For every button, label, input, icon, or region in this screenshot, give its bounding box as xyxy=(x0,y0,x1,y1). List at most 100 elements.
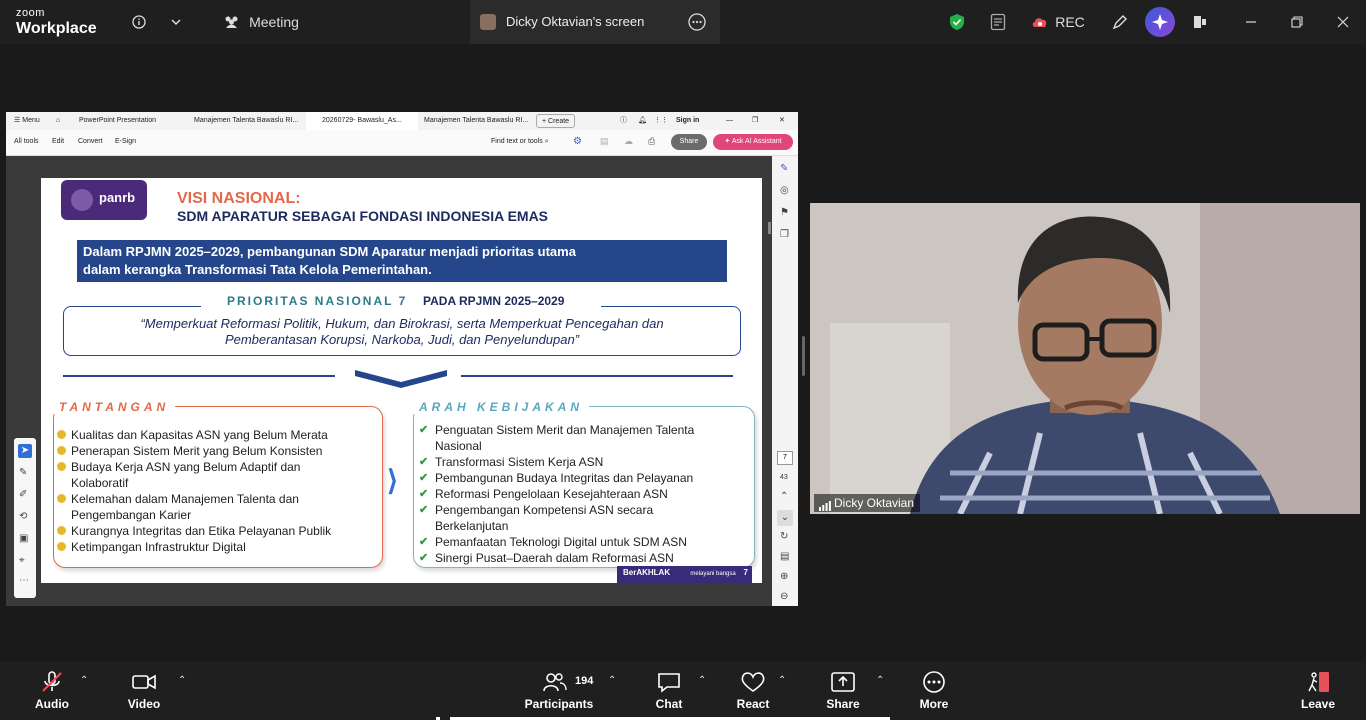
zoom-in-icon[interactable]: ⊕ xyxy=(780,572,788,582)
share-screen-button[interactable]: Share xyxy=(820,661,866,720)
share-tab[interactable]: Dicky Oktavian's screen xyxy=(470,0,720,44)
zoom-out-icon[interactable]: ⊖ xyxy=(780,592,788,602)
page-up-icon[interactable]: ⌃ xyxy=(780,492,788,502)
minimize-icon[interactable] xyxy=(1240,0,1262,44)
organize-icon[interactable]: ⚙ xyxy=(573,136,582,147)
tool-convert[interactable]: Convert xyxy=(78,138,103,145)
notes-icon[interactable] xyxy=(986,0,1010,44)
close-icon[interactable]: ✕ xyxy=(779,112,785,130)
slide-title-2: SDM APARATUR SEBAGAI FONDASI INDONESIA E… xyxy=(177,208,549,224)
save-icon[interactable]: ▤ xyxy=(600,136,609,147)
meeting-menu[interactable]: Meeting xyxy=(216,0,306,44)
video-button[interactable]: Video xyxy=(120,661,168,720)
info-icon[interactable] xyxy=(128,0,150,44)
audio-options-caret[interactable]: ⌃ xyxy=(80,675,88,686)
list-item: ✔ Transformasi Sistem Kerja ASN xyxy=(419,455,604,469)
upload-icon[interactable]: ☁ xyxy=(624,136,633,147)
page-down-icon[interactable]: ⌄ xyxy=(777,510,793,526)
bell-icon[interactable]: 🔔︎ xyxy=(638,112,647,130)
edit-pdf-icon[interactable]: ✎ xyxy=(780,164,788,174)
rec-label: REC xyxy=(1055,14,1085,30)
comment-icon[interactable]: ◎ xyxy=(780,186,789,196)
comment-icon[interactable]: ✎ xyxy=(19,468,27,478)
menu-button[interactable]: ☰ Menu xyxy=(14,112,40,130)
minimize-icon[interactable]: — xyxy=(726,112,733,130)
list-item: ✔ Sinergi Pusat–Daerah dalam Reformasi AS… xyxy=(419,551,674,565)
audio-button[interactable]: Audio xyxy=(28,661,76,720)
video-options-caret[interactable]: ⌃ xyxy=(178,675,186,686)
arah-title: ARAH KEBIJAKAN xyxy=(413,400,590,414)
more-button[interactable]: More xyxy=(912,661,956,720)
more-tools-icon[interactable]: ⋯ xyxy=(19,576,29,586)
chevron-down-icon[interactable] xyxy=(166,0,186,44)
react-button[interactable]: React xyxy=(730,661,776,720)
stamp-icon[interactable]: ⌖ xyxy=(19,556,25,566)
find-tools[interactable]: Find text or tools ⌕ xyxy=(491,138,549,146)
shared-screen[interactable]: ☰ Menu ⌂ PowerPoint Presentation Manajem… xyxy=(6,112,798,606)
chevron-down-icon xyxy=(355,370,447,388)
close-icon[interactable] xyxy=(1332,0,1354,44)
tool-edit[interactable]: Edit xyxy=(52,138,64,145)
splitter-handle[interactable] xyxy=(802,336,805,376)
list-item-cont: Berkelanjutan xyxy=(435,519,509,533)
sign-in-link[interactable]: Sign in xyxy=(676,112,699,130)
share-options-caret[interactable]: ⌃ xyxy=(876,675,884,686)
cloud-record-icon xyxy=(1032,18,1047,27)
panrb-logo: panrb xyxy=(61,180,147,220)
page-fit-icon[interactable]: ▤ xyxy=(780,552,789,562)
tool-all[interactable]: All tools xyxy=(14,138,39,145)
copy-icon[interactable]: ❐ xyxy=(780,230,789,240)
bookmark-icon[interactable]: ⚑ xyxy=(780,208,789,218)
more-options-icon[interactable] xyxy=(688,13,706,36)
restore-icon[interactable] xyxy=(1286,0,1308,44)
chat-icon xyxy=(658,673,680,693)
restore-icon[interactable]: ❐ xyxy=(752,112,758,130)
participant-video[interactable]: Dicky Oktavian xyxy=(810,203,1360,514)
draw-icon[interactable]: ✐ xyxy=(19,490,27,500)
chat-options-caret[interactable]: ⌃ xyxy=(698,675,706,686)
list-item: Penerapan Sistem Merit yang Belum Konsis… xyxy=(57,443,322,459)
share-button[interactable]: Share xyxy=(671,134,707,150)
acrobat-toolbar: All tools Edit Convert E-Sign Find text … xyxy=(6,130,798,156)
mic-muted-icon xyxy=(42,671,62,692)
participants-options-caret[interactable]: ⌃ xyxy=(608,675,616,686)
scrollbar-thumb[interactable] xyxy=(768,222,771,234)
doc-tab[interactable]: PowerPoint Presentation xyxy=(79,112,187,130)
annotate-pen-icon[interactable] xyxy=(1108,0,1132,44)
tool-esign[interactable]: E-Sign xyxy=(115,138,136,145)
doc-tab-active[interactable]: 20260729- Bawaslu_As... xyxy=(306,112,418,130)
ask-ai-button[interactable]: ✦ Ask AI Assistant xyxy=(713,134,793,150)
ai-companion-button[interactable] xyxy=(1144,0,1176,44)
rotate-icon[interactable]: ↻ xyxy=(780,532,788,542)
security-shield-icon[interactable] xyxy=(946,0,968,44)
side-panel-icon[interactable] xyxy=(1188,0,1212,44)
doc-tab[interactable]: Manajemen Talenta Bawaslu RI... xyxy=(424,112,534,130)
doc-tab[interactable]: Manajemen Talenta Bawaslu RI... xyxy=(194,112,304,130)
person-image xyxy=(810,203,1360,514)
help-icon[interactable]: ⓘ xyxy=(620,112,627,130)
divider-right xyxy=(461,375,733,377)
create-button[interactable]: + Create xyxy=(536,114,576,128)
select-cursor-icon[interactable]: ➤ xyxy=(18,444,32,458)
page-number-field[interactable]: 7 xyxy=(777,451,793,465)
list-item-cont: Kolaboratif xyxy=(71,476,129,490)
lasso-icon[interactable]: ⟲ xyxy=(19,512,27,522)
text-box-icon[interactable]: ▣ xyxy=(19,534,28,544)
record-button[interactable]: REC xyxy=(1030,0,1086,44)
chat-button[interactable]: Chat xyxy=(648,661,690,720)
list-item: ✔ Reformasi Pengelolaan Kesejahteraan ASN xyxy=(419,487,668,501)
document-viewport[interactable]: ➤ ✎ ✐ ⟲ ▣ ⌖ ⋯ panrb VISI NASIONAL: SDM A… xyxy=(6,156,798,606)
slide: panrb VISI NASIONAL: SDM APARATUR SEBAGA… xyxy=(41,178,762,583)
home-icon[interactable]: ⌂ xyxy=(56,112,60,130)
list-item: Kualitas dan Kapasitas ASN yang Belum Me… xyxy=(57,427,328,443)
react-options-caret[interactable]: ⌃ xyxy=(778,675,786,686)
signal-bars-icon xyxy=(819,498,831,514)
right-tool-rail: ✎ ◎ ⚑ ❐ 7 43 ⌃ ⌄ ↻ ▤ ⊕ ⊖ xyxy=(772,156,798,606)
leave-button[interactable]: Leave xyxy=(1296,661,1340,720)
list-item: ✔ Penguatan Sistem Merit dan Manajemen Ta… xyxy=(419,423,695,437)
participants-button[interactable]: 194 Participants xyxy=(524,661,594,720)
print-icon[interactable]: ⎙ xyxy=(648,136,655,147)
divider-left xyxy=(63,375,335,377)
list-item: Ketimpangan Infrastruktur Digital xyxy=(57,539,246,555)
apps-icon[interactable]: ⋮⋮ xyxy=(654,112,668,130)
